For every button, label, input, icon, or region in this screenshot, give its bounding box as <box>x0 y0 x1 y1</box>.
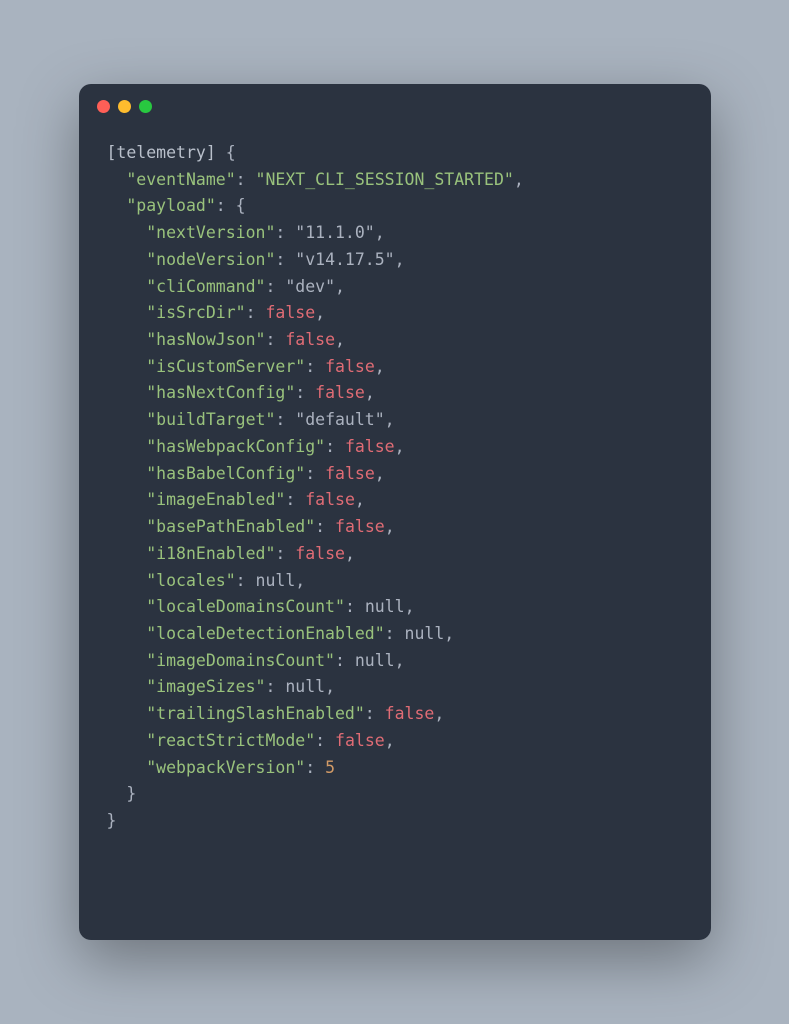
json-value: false <box>325 357 375 376</box>
colon: : <box>305 758 325 777</box>
json-value: false <box>345 437 395 456</box>
comma: , <box>345 544 355 563</box>
minimize-icon[interactable] <box>118 100 131 113</box>
json-key: "trailingSlashEnabled" <box>146 704 365 723</box>
colon: : <box>275 223 295 242</box>
json-value: "dev" <box>285 277 335 296</box>
code-output: [telemetry] { "eventName": "NEXT_CLI_SES… <box>79 128 711 863</box>
json-key: "localeDetectionEnabled" <box>146 624 384 643</box>
json-key: "imageDomainsCount" <box>146 651 335 670</box>
colon: : <box>275 250 295 269</box>
json-key: "isSrcDir" <box>146 303 245 322</box>
colon: : <box>275 544 295 563</box>
json-key: "i18nEnabled" <box>146 544 275 563</box>
json-key: "hasWebpackConfig" <box>146 437 325 456</box>
json-value: "v14.17.5" <box>295 250 394 269</box>
json-key: "cliCommand" <box>146 277 265 296</box>
json-key: "hasBabelConfig" <box>146 464 305 483</box>
json-key: "isCustomServer" <box>146 357 305 376</box>
comma: , <box>395 437 405 456</box>
terminal-window: [telemetry] { "eventName": "NEXT_CLI_SES… <box>79 84 711 940</box>
colon: : <box>305 357 325 376</box>
comma: , <box>444 624 454 643</box>
comma: , <box>375 357 385 376</box>
comma: , <box>315 303 325 322</box>
json-value: false <box>335 517 385 536</box>
comma: , <box>514 170 524 189</box>
colon: : { <box>216 196 246 215</box>
colon: : <box>365 704 385 723</box>
colon: : <box>305 464 325 483</box>
json-key: "payload" <box>126 196 215 215</box>
json-value: false <box>325 464 375 483</box>
colon: : <box>315 731 335 750</box>
json-value: false <box>265 303 315 322</box>
colon: : <box>265 277 285 296</box>
json-key: "hasNowJson" <box>146 330 265 349</box>
comma: , <box>395 651 405 670</box>
colon: : <box>265 330 285 349</box>
comma: , <box>295 571 305 590</box>
comma: , <box>405 597 415 616</box>
colon: : <box>345 597 365 616</box>
colon: : <box>265 677 285 696</box>
comma: , <box>375 464 385 483</box>
zoom-icon[interactable] <box>139 100 152 113</box>
json-key: "basePathEnabled" <box>146 517 315 536</box>
json-value: false <box>305 490 355 509</box>
comma: , <box>335 277 345 296</box>
json-key: "locales" <box>146 571 235 590</box>
comma: , <box>385 731 395 750</box>
json-value: false <box>335 731 385 750</box>
json-value: null <box>355 651 395 670</box>
json-key: "imageEnabled" <box>146 490 285 509</box>
json-value: null <box>405 624 445 643</box>
json-value: null <box>256 571 296 590</box>
json-value: "11.1.0" <box>295 223 374 242</box>
json-value: false <box>315 383 365 402</box>
json-key: "eventName" <box>126 170 235 189</box>
comma: , <box>375 223 385 242</box>
json-value: null <box>365 597 405 616</box>
comma: , <box>335 330 345 349</box>
comma: , <box>434 704 444 723</box>
comma: , <box>365 383 375 402</box>
brace-open: { <box>216 143 236 162</box>
json-value: false <box>295 544 345 563</box>
close-icon[interactable] <box>97 100 110 113</box>
json-key: "buildTarget" <box>146 410 275 429</box>
json-key: "imageSizes" <box>146 677 265 696</box>
comma: , <box>385 517 395 536</box>
brace-close: } <box>126 784 136 803</box>
comma: , <box>355 490 365 509</box>
colon: : <box>325 437 345 456</box>
colon: : <box>246 303 266 322</box>
colon: : <box>315 517 335 536</box>
json-key: "nextVersion" <box>146 223 275 242</box>
json-key: "webpackVersion" <box>146 758 305 777</box>
comma: , <box>325 677 335 696</box>
json-value: false <box>285 330 335 349</box>
colon: : <box>275 410 295 429</box>
json-key: "hasNextConfig" <box>146 383 295 402</box>
colon: : <box>236 170 256 189</box>
json-value: "default" <box>295 410 384 429</box>
log-tag: [telemetry] <box>107 143 216 162</box>
colon: : <box>236 571 256 590</box>
json-key: "localeDomainsCount" <box>146 597 345 616</box>
comma: , <box>395 250 405 269</box>
colon: : <box>295 383 315 402</box>
json-value: null <box>285 677 325 696</box>
colon: : <box>335 651 355 670</box>
json-value: false <box>385 704 435 723</box>
json-value: "NEXT_CLI_SESSION_STARTED" <box>256 170 514 189</box>
comma: , <box>385 410 395 429</box>
colon: : <box>285 490 305 509</box>
json-key: "nodeVersion" <box>146 250 275 269</box>
brace-close: } <box>107 811 117 830</box>
titlebar <box>79 84 711 128</box>
colon: : <box>385 624 405 643</box>
json-key: "reactStrictMode" <box>146 731 315 750</box>
json-value: 5 <box>325 758 335 777</box>
